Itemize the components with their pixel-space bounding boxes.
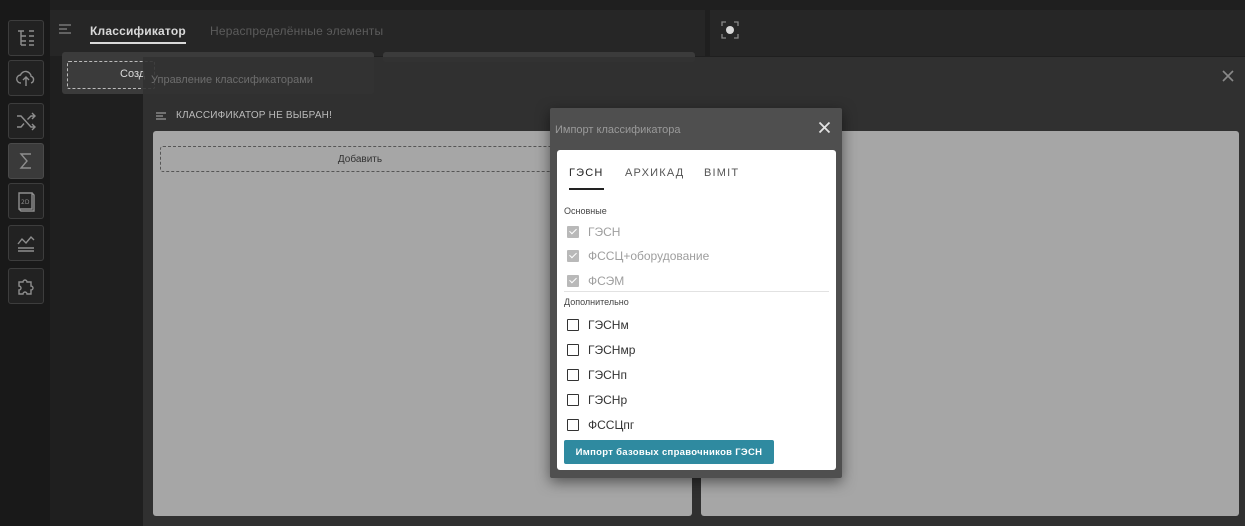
import-button-label: Импорт базовых справочников ГЭСН — [575, 446, 763, 458]
puzzle-icon — [18, 279, 34, 295]
section-extra-label: Дополнительно — [564, 297, 629, 307]
checkbox-label: ФСЭМ — [588, 274, 625, 288]
import-classifier-modal: Импорт классификатора ГЭСН АРХИКАД BIMIT… — [550, 108, 842, 478]
tree-structure-button[interactable] — [8, 20, 44, 56]
checkbox[interactable] — [567, 419, 579, 431]
add-button-label: Добавить — [337, 153, 383, 165]
checkbox[interactable] — [567, 369, 579, 381]
modal-title: Импорт классификатора — [555, 124, 681, 136]
checkbox-row-fsscz: ФССЦ+оборудование — [567, 247, 709, 265]
tab-bimit[interactable]: BIMIT — [704, 167, 739, 188]
2d-button[interactable]: 2D — [8, 183, 44, 219]
tab-classifier[interactable]: Классификатор — [90, 24, 186, 44]
menu-icon[interactable] — [58, 22, 74, 38]
close-icon[interactable] — [818, 121, 832, 135]
checkbox-row-fssczpg[interactable]: ФССЦпг — [567, 416, 634, 434]
import-tabs: ГЭСН АРХИКАД BIMIT — [557, 165, 836, 195]
svg-text:2D: 2D — [21, 199, 30, 206]
left-toolbar: 2D — [0, 0, 50, 526]
tab-gesn[interactable]: ГЭСН — [569, 167, 604, 190]
create-button-label: Созд — [120, 68, 146, 80]
checkbox-label: ФССЦ+оборудование — [588, 249, 710, 263]
checkbox[interactable] — [567, 319, 579, 331]
checkbox-row-gesnmr[interactable]: ГЭСНмр — [567, 341, 635, 359]
import-base-references-button[interactable]: Импорт базовых справочников ГЭСН — [564, 440, 774, 464]
checkbox-row-gesnp[interactable]: ГЭСНп — [567, 366, 627, 384]
top-bar-right — [710, 10, 1245, 56]
top-bar-left: Классификатор Нераспределённые элементы — [50, 10, 705, 56]
checkbox — [567, 250, 579, 262]
tree-structure-icon — [18, 30, 34, 46]
cloud-upload-icon — [16, 70, 35, 86]
puzzle-button[interactable] — [8, 268, 44, 304]
no-classifier-warning: КЛАССИФИКАТОР НЕ ВЫБРАН! — [176, 110, 333, 121]
top-bar: Классификатор Нераспределённые элементы — [50, 10, 1245, 56]
checkbox-label: ГЭСНр — [588, 393, 628, 407]
sigma-icon — [19, 153, 31, 169]
shuffle-icon — [17, 112, 36, 131]
section-main-label: Основные — [564, 206, 607, 216]
checkbox-row-gesnr[interactable]: ГЭСНр — [567, 391, 627, 409]
chart-lines-button[interactable] — [8, 225, 44, 261]
add-button[interactable]: Добавить — [160, 146, 560, 172]
checkbox-label: ФССЦпг — [588, 418, 635, 432]
checkbox-row-gesnm[interactable]: ГЭСНм — [567, 316, 629, 334]
checkbox-label: ГЭСНмр — [588, 343, 636, 357]
checkbox-label: ГЭСН — [588, 225, 621, 239]
checkbox[interactable] — [567, 344, 579, 356]
shuffle-button[interactable] — [8, 103, 44, 139]
checkbox-row-fsem: ФСЭМ — [567, 272, 624, 290]
cloud-upload-button[interactable] — [8, 60, 44, 96]
tab-unassigned-elements[interactable]: Нераспределённые элементы — [210, 24, 383, 38]
checkbox — [567, 275, 579, 287]
modal-body: ГЭСН АРХИКАД BIMIT Основные ГЭСН ФССЦ+об… — [557, 150, 836, 470]
focus-icon[interactable] — [720, 20, 740, 40]
tab-archicad[interactable]: АРХИКАД — [625, 167, 684, 188]
list-icon — [155, 110, 169, 124]
close-icon[interactable] — [1221, 69, 1237, 85]
dialog-title: Управление классификаторами — [151, 74, 313, 86]
checkbox — [567, 226, 579, 238]
checkbox-label: ГЭСНп — [588, 368, 627, 382]
checkbox[interactable] — [567, 394, 579, 406]
checkbox-row-gesn: ГЭСН — [567, 223, 620, 241]
chart-lines-icon — [17, 235, 35, 252]
2d-icon: 2D — [18, 192, 35, 212]
section-divider — [564, 291, 829, 292]
checkbox-label: ГЭСНм — [588, 318, 629, 332]
sigma-button[interactable] — [8, 143, 44, 179]
